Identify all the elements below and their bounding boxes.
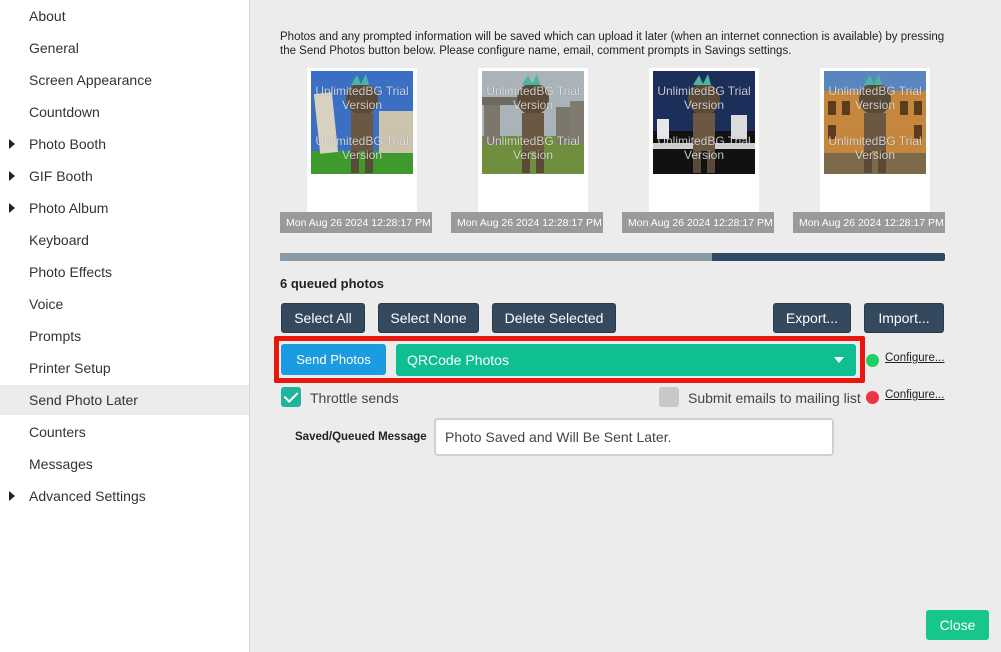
status-dot-icon bbox=[866, 391, 879, 404]
sidebar-item-label: About bbox=[29, 8, 66, 24]
photo-thumbnail[interactable]: UnlimitedBG Trial Version UnlimitedBG Tr… bbox=[307, 68, 417, 231]
saved-message-input[interactable]: Photo Saved and Will Be Sent Later. bbox=[434, 418, 834, 456]
expand-arrow-icon[interactable] bbox=[9, 203, 15, 213]
sidebar-item-gif-booth[interactable]: GIF Booth bbox=[0, 161, 249, 191]
sidebar-item-keyboard[interactable]: Keyboard bbox=[0, 225, 249, 255]
sidebar-item-label: Prompts bbox=[29, 328, 82, 344]
progress-fill bbox=[280, 253, 713, 261]
throttle-sends-label: Throttle sends bbox=[310, 390, 399, 406]
saved-message-label: Saved/Queued Message bbox=[295, 431, 427, 443]
expand-arrow-icon[interactable] bbox=[9, 171, 15, 181]
mailing-list-label: Submit emails to mailing list bbox=[688, 390, 861, 406]
sidebar-item-printer-setup[interactable]: Printer Setup bbox=[0, 353, 249, 383]
sidebar-item-label: Counters bbox=[29, 424, 86, 440]
info-text: Photos and any prompted information will… bbox=[280, 31, 945, 57]
export-button[interactable]: Export... bbox=[773, 303, 851, 333]
watermark-bottom: UnlimitedBG Trial Version bbox=[828, 134, 922, 162]
photo-thumbnail[interactable]: UnlimitedBG Trial Version UnlimitedBG Tr… bbox=[649, 68, 759, 231]
watermark-top: UnlimitedBG Trial Version bbox=[486, 84, 580, 112]
photo-timestamp: Mon Aug 26 2024 12:28:17 PM bbox=[451, 212, 603, 233]
delete-selected-button[interactable]: Delete Selected bbox=[492, 303, 616, 333]
sidebar-item-photo-booth[interactable]: Photo Booth bbox=[0, 129, 249, 159]
sidebar-item-general[interactable]: General bbox=[0, 33, 249, 63]
chevron-down-icon bbox=[834, 357, 844, 363]
sidebar-item-label: Send Photo Later bbox=[29, 392, 138, 408]
sidebar-item-label: Photo Booth bbox=[29, 136, 107, 152]
send-photos-button[interactable]: Send Photos bbox=[281, 344, 386, 375]
sidebar-item-photo-album[interactable]: Photo Album bbox=[0, 193, 249, 223]
destination-select[interactable]: QRCode Photos bbox=[396, 344, 856, 376]
sidebar-item-advanced-settings[interactable]: Advanced Settings bbox=[0, 481, 249, 511]
throttle-sends-checkbox[interactable] bbox=[281, 387, 301, 407]
configure-mailing-link[interactable]: Configure... bbox=[885, 389, 944, 401]
photo-timestamp: Mon Aug 26 2024 12:28:17 PM bbox=[793, 212, 945, 233]
close-button[interactable]: Close bbox=[926, 610, 989, 640]
sidebar-item-counters[interactable]: Counters bbox=[0, 417, 249, 447]
settings-sidebar: About General Screen Appearance Countdow… bbox=[0, 0, 250, 652]
destination-select-value: QRCode Photos bbox=[407, 352, 509, 368]
sidebar-item-photo-effects[interactable]: Photo Effects bbox=[0, 257, 249, 287]
sidebar-item-label: Advanced Settings bbox=[29, 488, 146, 504]
send-photo-later-panel: Photos and any prompted information will… bbox=[250, 0, 1001, 652]
watermark-bottom: UnlimitedBG Trial Version bbox=[486, 134, 580, 162]
watermark-top: UnlimitedBG Trial Version bbox=[315, 84, 409, 112]
photo-timestamp: Mon Aug 26 2024 12:28:17 PM bbox=[622, 212, 774, 233]
watermark-top: UnlimitedBG Trial Version bbox=[828, 84, 922, 112]
configure-destination-link[interactable]: Configure... bbox=[885, 352, 944, 364]
sidebar-item-prompts[interactable]: Prompts bbox=[0, 321, 249, 351]
photo-timestamp: Mon Aug 26 2024 12:28:17 PM bbox=[280, 212, 432, 233]
mailing-list-checkbox[interactable] bbox=[659, 387, 679, 407]
queued-count-label: 6 queued photos bbox=[280, 276, 384, 291]
watermark-bottom: UnlimitedBG Trial Version bbox=[315, 134, 409, 162]
sidebar-item-label: Photo Album bbox=[29, 200, 109, 216]
sidebar-item-label: Keyboard bbox=[29, 232, 89, 248]
expand-arrow-icon[interactable] bbox=[9, 491, 15, 501]
sidebar-item-countdown[interactable]: Countdown bbox=[0, 97, 249, 127]
sidebar-item-label: Photo Effects bbox=[29, 264, 113, 280]
sidebar-item-label: Countdown bbox=[29, 104, 100, 120]
photo-thumbnail[interactable]: UnlimitedBG Trial Version UnlimitedBG Tr… bbox=[478, 68, 588, 231]
sidebar-item-label: Voice bbox=[29, 296, 64, 312]
expand-arrow-icon[interactable] bbox=[9, 139, 15, 149]
select-all-button[interactable]: Select All bbox=[281, 303, 365, 333]
select-none-button[interactable]: Select None bbox=[378, 303, 479, 333]
sidebar-item-label: Messages bbox=[29, 456, 93, 472]
sidebar-item-label: Printer Setup bbox=[29, 360, 111, 376]
status-dot-icon bbox=[866, 354, 879, 367]
queue-progress-bar bbox=[280, 253, 945, 261]
sidebar-item-label: Screen Appearance bbox=[29, 72, 152, 88]
sidebar-item-screen-appearance[interactable]: Screen Appearance bbox=[0, 65, 249, 95]
photo-thumbnail[interactable]: UnlimitedBG Trial Version UnlimitedBG Tr… bbox=[820, 68, 930, 231]
sidebar-item-label: General bbox=[29, 40, 79, 56]
sidebar-item-about[interactable]: About bbox=[0, 1, 249, 31]
sidebar-item-messages[interactable]: Messages bbox=[0, 449, 249, 479]
watermark-bottom: UnlimitedBG Trial Version bbox=[657, 134, 751, 162]
sidebar-item-label: GIF Booth bbox=[29, 168, 93, 184]
import-button[interactable]: Import... bbox=[864, 303, 944, 333]
sidebar-item-send-photo-later[interactable]: Send Photo Later bbox=[0, 385, 249, 415]
sidebar-item-voice[interactable]: Voice bbox=[0, 289, 249, 319]
watermark-top: UnlimitedBG Trial Version bbox=[657, 84, 751, 112]
